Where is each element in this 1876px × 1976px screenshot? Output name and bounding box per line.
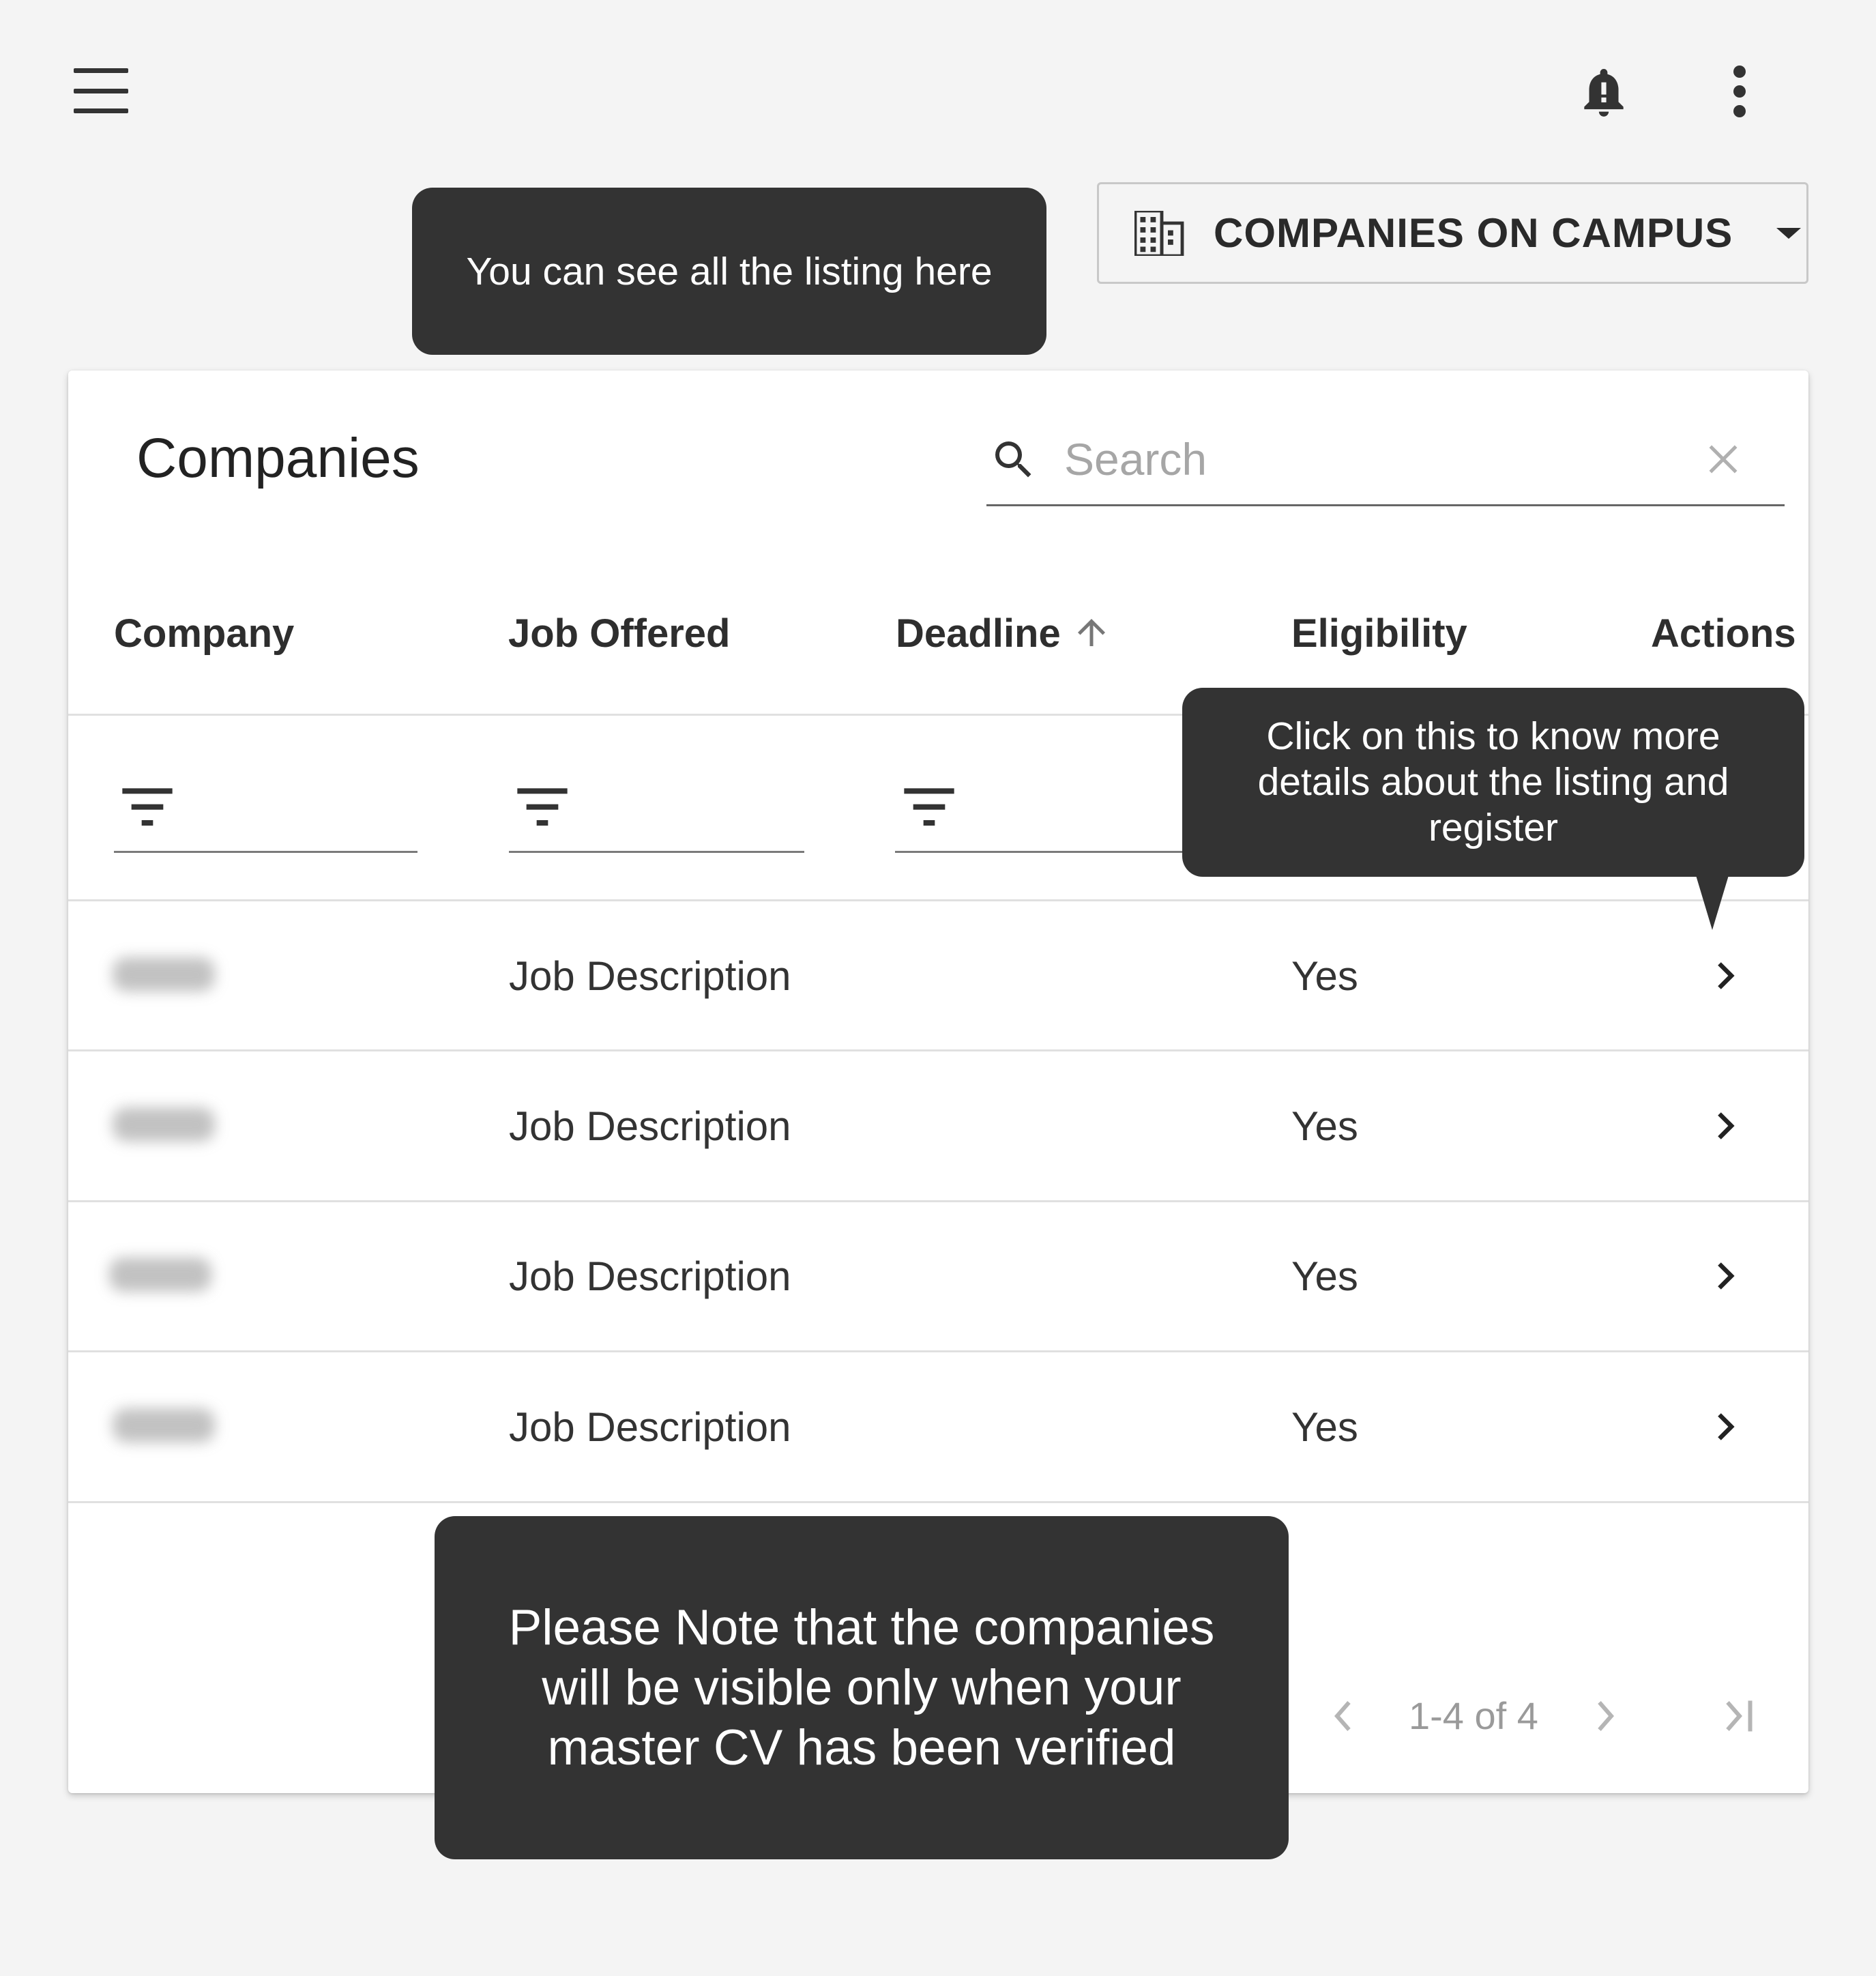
chevron-right-icon[interactable]	[1704, 1255, 1745, 1296]
search-icon	[995, 441, 1031, 478]
last-page-icon[interactable]	[1719, 1692, 1760, 1740]
search-input[interactable]	[1064, 430, 1678, 489]
chevron-right-icon[interactable]	[1704, 1105, 1745, 1146]
chevron-right-icon[interactable]	[1704, 955, 1745, 996]
company-name-blurred	[109, 1258, 211, 1292]
sort-ascending-arrow-icon[interactable]	[1071, 612, 1112, 653]
row-divider	[68, 1049, 1808, 1051]
next-page-icon[interactable]	[1584, 1692, 1625, 1740]
row-divider	[68, 1350, 1808, 1352]
filter-icon	[904, 788, 954, 826]
company-name-blurred	[113, 957, 215, 991]
job-offered-cell: Job Description	[509, 953, 791, 999]
eligibility-cell: Yes	[1291, 1404, 1358, 1450]
filter-icon	[122, 788, 173, 826]
building-icon	[1134, 210, 1184, 256]
tooltip-verification-note: Please Note that the companies will be v…	[435, 1516, 1289, 1859]
column-header-company[interactable]: Company	[114, 611, 294, 656]
previous-page-icon[interactable]	[1323, 1692, 1364, 1740]
companies-on-campus-dropdown[interactable]: COMPANIES ON CAMPUS	[1097, 182, 1808, 284]
column-header-deadline[interactable]: Deadline	[896, 611, 1061, 656]
menu-icon[interactable]	[74, 68, 128, 113]
card-title: Companies	[136, 427, 420, 489]
tooltip-pointer	[1696, 875, 1729, 930]
column-header-eligibility[interactable]: Eligibility	[1291, 611, 1467, 656]
dropdown-label: COMPANIES ON CAMPUS	[1214, 210, 1733, 256]
chevron-right-icon[interactable]	[1704, 1406, 1745, 1447]
job-offered-cell: Job Description	[509, 1103, 791, 1149]
eligibility-cell: Yes	[1291, 1103, 1358, 1149]
more-vert-icon[interactable]	[1719, 66, 1760, 117]
company-name-blurred	[113, 1107, 215, 1142]
column-header-actions: Actions	[1651, 611, 1796, 656]
column-header-job-offered[interactable]: Job Offered	[508, 611, 731, 656]
job-offered-cell: Job Description	[509, 1253, 791, 1299]
tooltip-details: Click on this to know more details about…	[1182, 688, 1804, 877]
job-offered-cell: Job Description	[509, 1404, 791, 1450]
bell-alert-icon[interactable]	[1574, 61, 1633, 123]
row-divider	[68, 1200, 1808, 1202]
company-name-blurred	[113, 1408, 215, 1442]
caret-down-icon	[1776, 227, 1802, 239]
eligibility-cell: Yes	[1291, 1253, 1358, 1299]
close-icon[interactable]	[1704, 440, 1742, 478]
bell-alert-icon-graphic	[1584, 68, 1624, 117]
pagination-range: 1-4 of 4	[1409, 1694, 1538, 1737]
row-divider	[68, 899, 1808, 901]
filter-icon	[517, 788, 568, 826]
row-divider	[68, 1501, 1808, 1503]
tooltip-listing: You can see all the listing here	[412, 188, 1046, 355]
eligibility-cell: Yes	[1291, 953, 1358, 999]
